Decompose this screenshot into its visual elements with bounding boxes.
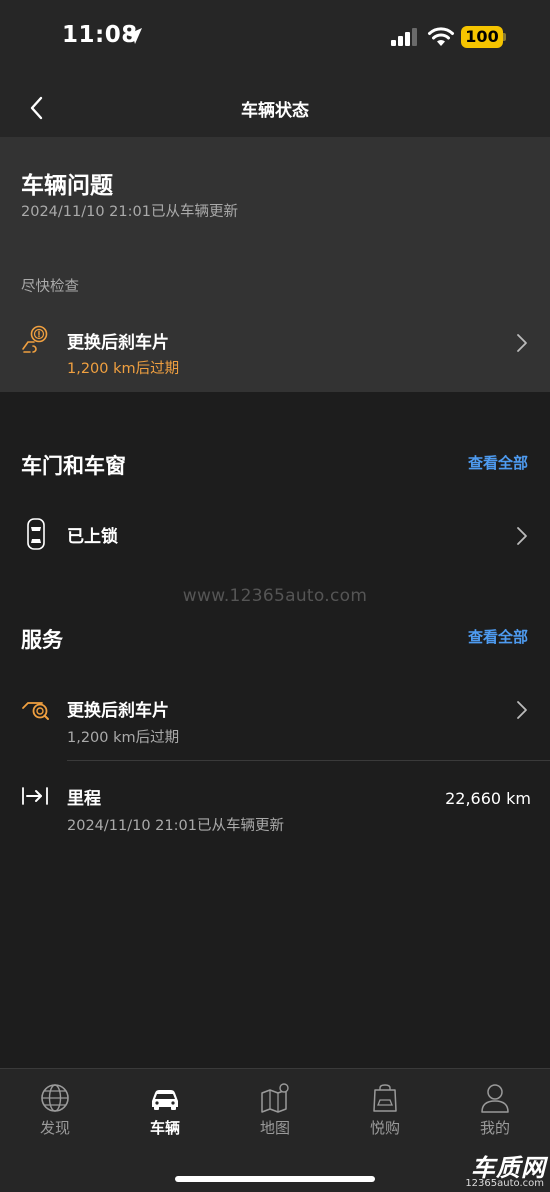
tab-map[interactable]: 地图 xyxy=(220,1083,330,1143)
globe-icon xyxy=(41,1084,69,1112)
tab-label: 悦购 xyxy=(369,1119,400,1137)
mileage-value: 22,660 km xyxy=(445,789,531,808)
mileage-row: 里程 2024/11/10 21:01已从车辆更新 22,660 km xyxy=(0,778,550,840)
shopping-bag-icon xyxy=(373,1084,397,1112)
service-subtitle: 1,200 km后过期 xyxy=(67,730,180,746)
mileage-updated-time: 2024/11/10 21:01已从车辆更新 xyxy=(67,818,284,834)
brake-warning-icon xyxy=(22,325,48,353)
tab-shop[interactable]: 悦购 xyxy=(330,1083,440,1143)
home-indicator xyxy=(175,1176,375,1182)
tab-label: 我的 xyxy=(479,1119,510,1137)
car-top-icon xyxy=(27,518,45,550)
wifi-icon xyxy=(428,27,454,46)
chevron-right-icon xyxy=(517,527,527,545)
tab-label: 地图 xyxy=(259,1119,290,1137)
vehicle-issues-card: 车辆问题 2024/11/10 21:01已从车辆更新 尽快检查 更换后刹车片 … xyxy=(0,138,550,392)
odometer-icon xyxy=(22,787,48,805)
watermark-text: www.12365auto.com xyxy=(182,586,368,606)
brand-logo-sub: 12365auto.com xyxy=(465,1178,544,1189)
mileage-title: 里程 xyxy=(67,789,101,809)
car-icon xyxy=(152,1090,178,1110)
cellular-signal-icon xyxy=(391,28,417,46)
tab-vehicle[interactable]: 车辆 xyxy=(110,1083,220,1143)
door-lock-status: 已上锁 xyxy=(67,527,118,547)
tab-me[interactable]: 我的 xyxy=(440,1083,550,1143)
page-title: 车辆状态 xyxy=(241,101,309,121)
issue-row-rear-brake[interactable]: 更换后刹车片 1,200 km后过期 xyxy=(0,320,550,382)
battery-tip xyxy=(503,33,506,41)
tab-discover[interactable]: 发现 xyxy=(0,1083,110,1143)
issues-section-label: 尽快检查 xyxy=(21,279,79,295)
chevron-right-icon xyxy=(517,701,527,719)
map-icon xyxy=(261,1083,289,1113)
app-screen: 11:08 100 车辆状态 车辆问题 2024/11/10 21:01已从车辆 xyxy=(0,0,550,1192)
brake-service-icon xyxy=(22,702,49,720)
service-row-rear-brake[interactable]: 更换后刹车片 1,200 km后过期 xyxy=(0,690,550,752)
issues-updated-time: 2024/11/10 21:01已从车辆更新 xyxy=(21,204,238,220)
brand-logo: 车质网 12365auto.com xyxy=(456,1148,546,1190)
service-see-all-link[interactable]: 查看全部 xyxy=(468,626,528,647)
person-icon xyxy=(481,1084,509,1113)
chevron-right-icon xyxy=(517,334,527,352)
issue-title: 更换后刹车片 xyxy=(67,333,169,353)
nav-header: 车辆状态 xyxy=(0,76,550,138)
location-arrow-icon xyxy=(126,28,142,44)
battery-indicator: 100 xyxy=(461,26,503,48)
door-lock-row[interactable]: 已上锁 xyxy=(0,508,550,558)
doors-see-all-link[interactable]: 查看全部 xyxy=(468,452,528,473)
service-title: 更换后刹车片 xyxy=(67,701,169,721)
tab-label: 车辆 xyxy=(149,1119,180,1137)
tab-label: 发现 xyxy=(39,1119,70,1137)
status-bar: 11:08 100 xyxy=(0,0,550,76)
doors-section-title: 车门和车窗 xyxy=(21,454,126,478)
service-divider xyxy=(67,760,550,761)
service-section-title: 服务 xyxy=(21,628,63,652)
issues-title: 车辆问题 xyxy=(21,173,113,199)
issue-subtitle: 1,200 km后过期 xyxy=(67,361,180,377)
